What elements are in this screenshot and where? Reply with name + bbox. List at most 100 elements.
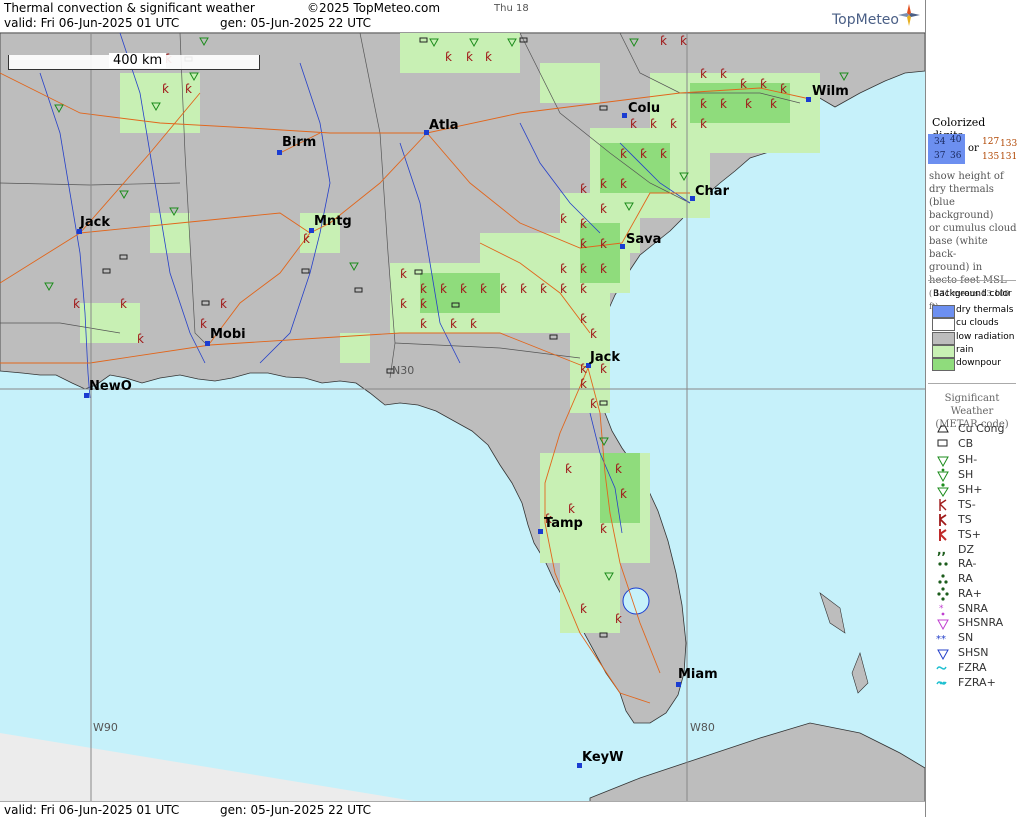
legend-divider — [928, 383, 1016, 384]
valid-time: valid: Fri 06-Jun-2025 01 UTC — [4, 16, 180, 30]
svg-text:ƙ: ƙ — [540, 282, 547, 296]
weather-map[interactable]: ƙƙƙ ƙƙƙ ƙƙƙ ƙƙƙ ƙƙƙ ƙƙƙ ƙƙƙ ƙƙƙ ƙƙƙ ƙƙƙ … — [0, 33, 925, 802]
svg-text:ƙ: ƙ — [700, 97, 707, 111]
freezing-rain-heavy-icon — [936, 681, 947, 685]
city-label-jack-ms[interactable]: Jack — [80, 215, 110, 230]
shower-heavy-icon — [937, 483, 949, 497]
thunderstorm-icon — [939, 514, 947, 526]
svg-text:ƙ: ƙ — [580, 217, 587, 231]
city-label-mobi[interactable]: Mobi — [210, 327, 246, 342]
city-label-birm[interactable]: Birm — [282, 135, 316, 150]
svg-text:ƙ: ƙ — [650, 117, 657, 131]
city-label-colu[interactable]: Colu — [628, 101, 660, 116]
svg-text:*: * — [939, 604, 944, 614]
svg-text:,,: ,, — [937, 543, 946, 557]
snow-shower-icon — [937, 649, 949, 660]
thunderstorm-heavy-icon — [939, 529, 947, 541]
legend-dry-thermal-sample: 34 40 37 36 — [928, 134, 965, 164]
svg-text:ƙ: ƙ — [600, 177, 607, 191]
snow-rain-icon: * — [939, 604, 945, 616]
city-label-mntg[interactable]: Mntg — [314, 214, 352, 229]
svg-text:ƙ: ƙ — [580, 237, 587, 251]
svg-text:ƙ: ƙ — [580, 377, 587, 391]
cu-cong-icon — [937, 425, 949, 433]
city-label-sava[interactable]: Sava — [626, 232, 661, 247]
lon-label-west: W90 — [93, 721, 118, 734]
copyright-text: ©2025 TopMeteo.com — [307, 1, 441, 15]
map-canvas: ƙƙ ƙ ƙƙƙ ƙƙ ƙ ƙƙƙ ƙƙƙ ƙƙ ƙ ƙƙƙ ƙƙƙ ƙƙ ƙ ƙƙ ƙ … — [0, 33, 925, 802]
footer-generated-time: gen: 05-Jun-2025 22 UTC — [220, 803, 372, 817]
city-label-char[interactable]: Char — [695, 184, 729, 199]
bahamas-island — [851, 652, 869, 694]
svg-text:ƙ: ƙ — [745, 97, 752, 111]
svg-text:ƙ: ƙ — [770, 97, 777, 111]
off-domain-area — [0, 733, 420, 802]
svg-text:ƙ: ƙ — [615, 612, 622, 626]
map-header: Thermal convection & significant weather… — [0, 0, 925, 33]
svg-text:ƙ: ƙ — [630, 117, 637, 131]
city-label-tamp[interactable]: Tamp — [544, 516, 583, 531]
svg-text:ƙ: ƙ — [670, 117, 677, 131]
svg-text:ƙ: ƙ — [440, 282, 447, 296]
city-label-miam[interactable]: Miam — [678, 667, 718, 682]
lon-label-east: W80 — [690, 721, 715, 734]
svg-text:ƙ: ƙ — [600, 522, 607, 536]
svg-text:ƙ: ƙ — [700, 67, 707, 81]
bahamas-island — [819, 592, 846, 634]
city-marker — [806, 97, 811, 102]
svg-text:ƙ: ƙ — [303, 232, 310, 246]
svg-text:ƙ: ƙ — [580, 182, 587, 196]
svg-text:ƙ: ƙ — [560, 282, 567, 296]
city-label-jack-fl[interactable]: Jack — [590, 350, 620, 365]
legend-cu-base-sample: 127 133 135 131 — [982, 137, 1017, 162]
city-label-atla[interactable]: Atla — [429, 118, 459, 133]
svg-text:ƙ: ƙ — [720, 67, 727, 81]
svg-text:ƙ: ƙ — [200, 317, 207, 331]
topmeteo-logo[interactable]: TopMeteo — [832, 12, 899, 28]
city-label-keyw[interactable]: KeyW — [582, 750, 623, 765]
snow-rain-shower-icon — [937, 619, 949, 630]
svg-text:ƙ: ƙ — [565, 462, 572, 476]
city-marker — [620, 244, 625, 249]
svg-text:ƙ: ƙ — [420, 282, 427, 296]
svg-text:ƙ: ƙ — [740, 77, 747, 91]
svg-text:ƙ: ƙ — [580, 282, 587, 296]
svg-text:ƙ: ƙ — [400, 267, 407, 281]
map-title: Thermal convection & significant weather — [4, 1, 255, 15]
compass-star-icon — [898, 4, 920, 26]
svg-text:ƙ: ƙ — [600, 237, 607, 251]
svg-text:ƙ: ƙ — [620, 487, 627, 501]
scale-label: 400 km — [109, 53, 167, 68]
svg-text:ƙ: ƙ — [780, 82, 787, 96]
svg-text:ƙ: ƙ — [162, 82, 169, 96]
svg-text:ƙ: ƙ — [520, 282, 527, 296]
city-marker — [622, 113, 627, 118]
svg-text:ƙ: ƙ — [568, 502, 575, 516]
day-label: Thu 18 — [494, 3, 529, 14]
city-label-wilm[interactable]: Wilm — [812, 84, 849, 99]
city-marker — [676, 682, 681, 687]
svg-text:ƙ: ƙ — [445, 50, 452, 64]
city-marker — [538, 529, 543, 534]
freezing-rain-icon — [936, 666, 947, 670]
cb-icon — [937, 439, 948, 447]
city-label-newo[interactable]: NewO — [89, 379, 132, 394]
rain-icon — [938, 574, 948, 584]
svg-text:ƙ: ƙ — [420, 317, 427, 331]
footer-valid-time: valid: Fri 06-Jun-2025 01 UTC — [4, 803, 180, 817]
svg-text:ƙ: ƙ — [700, 117, 707, 131]
svg-text:ƙ: ƙ — [660, 147, 667, 161]
svg-text:ƙ: ƙ — [460, 282, 467, 296]
generated-time: gen: 05-Jun-2025 22 UTC — [220, 16, 372, 30]
svg-text:ƙ: ƙ — [450, 317, 457, 331]
svg-text:ƙ: ƙ — [615, 462, 622, 476]
svg-text:ƙ: ƙ — [185, 82, 192, 96]
snow-icon: ** — [936, 634, 946, 645]
svg-text:ƙ: ƙ — [590, 327, 597, 341]
legend-background-title: Background color — [933, 289, 1012, 299]
city-marker — [277, 150, 282, 155]
svg-text:ƙ: ƙ — [466, 50, 473, 64]
rain-heavy-icon — [937, 587, 949, 601]
svg-text:ƙ: ƙ — [560, 212, 567, 226]
svg-text:ƙ: ƙ — [560, 262, 567, 276]
